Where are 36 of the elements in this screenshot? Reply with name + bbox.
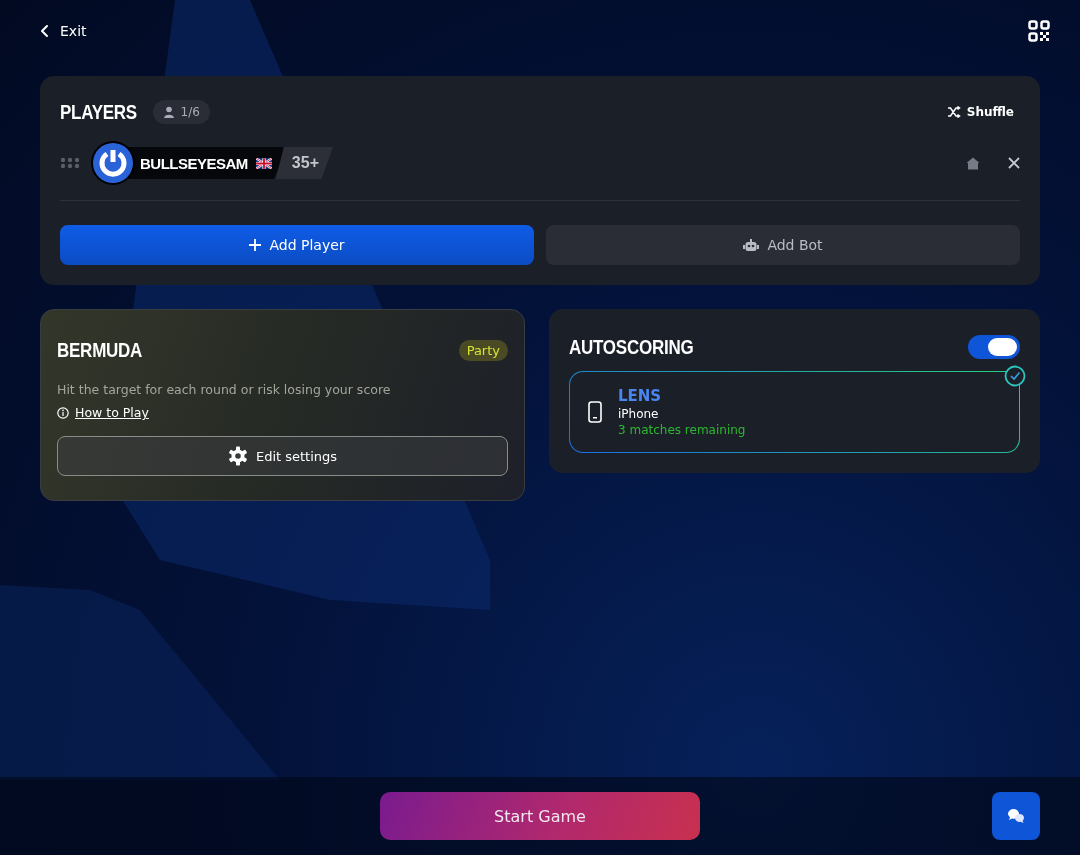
autoscoring-title: AUTOSCORING [569,335,694,359]
avatar-icon [90,140,136,186]
add-bot-button[interactable]: Add Bot [546,225,1020,265]
autoscoring-toggle[interactable] [968,335,1020,359]
device-model: iPhone [618,407,660,421]
shuffle-icon [946,106,961,118]
plus-icon [249,239,262,251]
home-icon[interactable] [966,156,980,170]
device-name: LENS [618,387,663,405]
chat-button[interactable] [992,792,1040,840]
section-title: PLAYERS [60,100,137,124]
matches-remaining: 3 matches remaining [618,423,746,437]
start-game-button[interactable]: Start Game [380,792,700,840]
check-icon [1004,365,1026,387]
player-count-badge: 1/6 [152,100,210,124]
remove-icon[interactable] [1008,157,1020,169]
shuffle-button[interactable]: Shuffle [940,104,1020,120]
drag-handle-icon[interactable] [60,157,80,169]
category-tag: Party [458,339,508,361]
player-level-badge: 35+ [275,147,333,179]
robot-icon [743,238,760,252]
chevron-left-icon [40,24,50,38]
exit-button[interactable]: Exit [40,23,87,39]
chat-bubbles-icon [1007,808,1025,824]
device-option[interactable]: LENS iPhone 3 matches remaining [569,371,1020,453]
add-player-button[interactable]: Add Player [60,225,534,265]
gear-icon [227,446,248,466]
game-description: Hit the target for each round or risk losing your score [57,382,392,397]
info-icon [57,406,69,419]
phone-icon [588,401,602,423]
uk-flag-icon [255,157,272,169]
qr-code-icon[interactable] [1028,20,1050,42]
game-title: BERMUDA [57,338,143,362]
edit-settings-button[interactable]: Edit settings [57,436,508,476]
how-to-play-link[interactable]: How to Play [75,405,149,420]
person-icon [162,106,175,118]
